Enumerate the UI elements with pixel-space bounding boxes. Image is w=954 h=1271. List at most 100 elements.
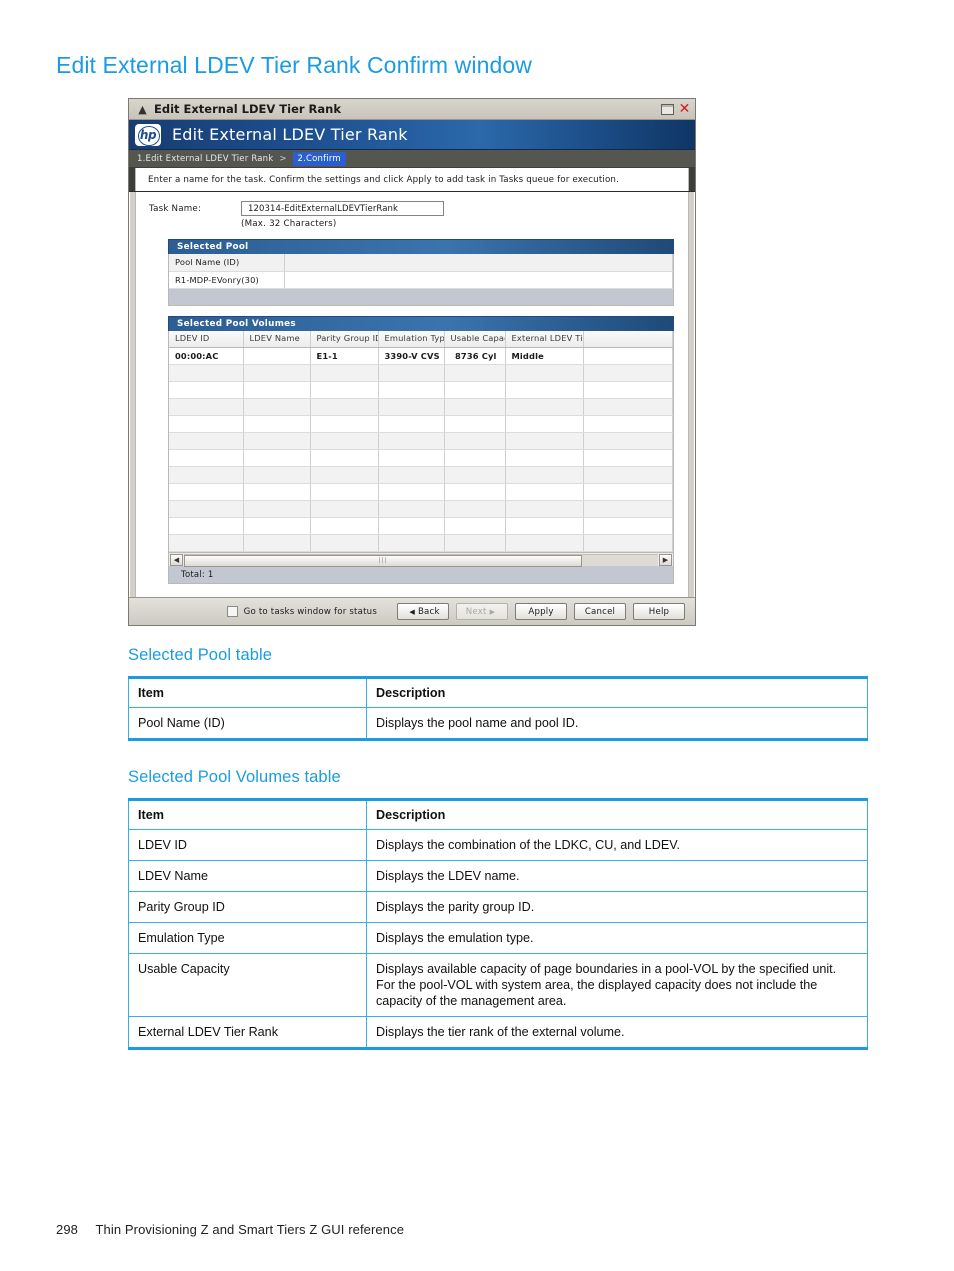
task-name-row: Task Name: 120314-EditExternalLDEVTierRa… (136, 201, 688, 216)
cancel-button[interactable]: Cancel (574, 603, 626, 620)
arrow-left-icon[interactable]: ◀ (170, 553, 183, 566)
selected-pool-grid: Pool Name (ID) R1-MDP-EVonry(30) (168, 254, 674, 306)
column-header-description: Description (366, 799, 868, 830)
scrollbar-thumb[interactable]: ||| (184, 554, 583, 567)
cell-empty (505, 534, 584, 552)
table-row: External LDEV Tier Rank Displays the tier… (128, 1016, 868, 1049)
next-button[interactable]: Next ▶ (456, 603, 508, 620)
selected-pool-volumes-panel: Selected Pool Volumes LDEV ID LDEV Name (168, 315, 674, 584)
scrollbar-track[interactable]: ||| (184, 553, 658, 567)
go-to-tasks-checkbox[interactable] (226, 606, 238, 617)
cell-empty (310, 449, 379, 467)
cell-empty (444, 398, 506, 416)
column-header-ldev-name[interactable]: LDEV Name (243, 330, 311, 348)
breadcrumb: 1.Edit External LDEV Tier Rank > 2.Confi… (129, 150, 695, 168)
column-header-blank[interactable] (583, 330, 673, 348)
cell-empty (583, 364, 673, 382)
apply-button[interactable]: Apply (515, 603, 567, 620)
hp-logo-text: hp (139, 127, 157, 142)
table-header-row: Pool Name (ID) (169, 254, 673, 272)
cell-empty (169, 415, 244, 433)
table-row-empty[interactable] (169, 517, 673, 535)
cell-empty (583, 415, 673, 433)
cell-empty (169, 364, 244, 382)
dialog-body: Task Name: 120314-EditExternalLDEVTierRa… (135, 192, 689, 606)
column-header-usable-capacity[interactable]: Usable Capacity (444, 330, 506, 348)
footer-title: Thin Provisioning Z and Smart Tiers Z GU… (95, 1222, 405, 1237)
cell-empty (169, 432, 244, 450)
cancel-button-label: Cancel (584, 606, 616, 617)
horizontal-scrollbar[interactable]: ◀ ||| ▶ (168, 552, 674, 567)
cell-empty (444, 466, 506, 484)
cell-empty (310, 398, 379, 416)
cell-empty (505, 500, 584, 518)
cell-empty (310, 534, 379, 552)
cell-empty (243, 449, 311, 467)
table-row-empty[interactable] (169, 415, 673, 433)
table-row-empty[interactable] (169, 398, 673, 416)
table-header-row: LDEV ID LDEV Name Parity Group ID Emulat… (169, 330, 673, 348)
table-row[interactable]: 00:00:AC E1-1 3390-V CVS 8736 Cyl Middle (169, 347, 673, 365)
table-header-row: Item Description (128, 799, 868, 830)
column-header-parity-group-id[interactable]: Parity Group ID (310, 330, 379, 348)
chevron-up-icon[interactable]: ▲ (136, 103, 149, 116)
column-header-ldev-id[interactable]: LDEV ID (169, 330, 244, 348)
cell-empty (169, 517, 244, 535)
cell-empty (583, 500, 673, 518)
close-button[interactable]: ✕ (677, 102, 692, 116)
cell-item: LDEV ID (128, 829, 367, 861)
task-name-label: Task Name: (149, 204, 202, 214)
cell-empty (505, 466, 584, 484)
selected-pool-panel-header: Selected Pool (168, 239, 674, 254)
cell-empty (169, 449, 244, 467)
table-row-empty[interactable] (169, 500, 673, 518)
cell-empty (583, 381, 673, 399)
table-row-empty[interactable] (169, 364, 673, 382)
brand-bar: hp Edit External LDEV Tier Rank (129, 120, 695, 150)
table-row-empty[interactable] (169, 381, 673, 399)
total-label: Total: 1 (181, 569, 214, 580)
cell-ldev-name (243, 347, 311, 365)
cell-description: Displays available capacity of page boun… (366, 953, 868, 1017)
cell-item: Pool Name (ID) (128, 707, 367, 740)
table-row-empty[interactable] (169, 534, 673, 552)
cell-empty (169, 381, 244, 399)
cell-empty (310, 517, 379, 535)
table-row: Emulation Type Displays the emulation typ… (128, 922, 868, 954)
cell-empty (310, 500, 379, 518)
cell-empty (378, 517, 445, 535)
dialog-button-bar: Go to tasks window for status ◀ Back Next… (129, 597, 695, 625)
back-button[interactable]: ◀ Back (397, 603, 449, 620)
table-row-empty[interactable] (169, 483, 673, 501)
cell-empty (444, 415, 506, 433)
table-row[interactable]: R1-MDP-EVonry(30) (169, 271, 673, 289)
column-header-description: Description (366, 677, 868, 708)
cell-item: LDEV Name (128, 860, 367, 892)
cell-empty (310, 432, 379, 450)
cell-empty (583, 398, 673, 416)
cell-item: Usable Capacity (128, 953, 367, 1017)
task-name-input[interactable]: 120314-EditExternalLDEVTierRank (241, 201, 444, 216)
cell-description: Displays the parity group ID. (366, 891, 868, 923)
table-row-empty[interactable] (169, 449, 673, 467)
column-header-emulation-type[interactable]: Emulation Type (378, 330, 445, 348)
table-row: Usable Capacity Displays available capaci… (128, 953, 868, 1017)
cell-extra (583, 347, 673, 365)
cell-empty (169, 398, 244, 416)
cell-empty (444, 432, 506, 450)
cell-ldev-id: 00:00:AC (169, 347, 244, 365)
restore-button[interactable] (660, 103, 675, 116)
breadcrumb-step-1[interactable]: 1.Edit External LDEV Tier Rank (137, 154, 273, 164)
help-button[interactable]: Help (633, 603, 685, 620)
breadcrumb-step-2[interactable]: 2.Confirm (292, 151, 346, 166)
cell-empty (505, 517, 584, 535)
column-header-external-ldev-tier-rank[interactable]: External LDEV Tier Rank (505, 330, 584, 348)
selected-pool-footer-strip (169, 288, 673, 305)
selected-pool-volumes-body: 00:00:AC E1-1 3390-V CVS 8736 Cyl Middle (169, 347, 673, 552)
cell-empty (444, 381, 506, 399)
table-row-empty[interactable] (169, 466, 673, 484)
column-header-item: Item (128, 799, 367, 830)
table-row-empty[interactable] (169, 432, 673, 450)
selected-pool-volumes-table: LDEV ID LDEV Name Parity Group ID Emulat… (169, 330, 673, 552)
arrow-right-icon[interactable]: ▶ (659, 553, 672, 566)
